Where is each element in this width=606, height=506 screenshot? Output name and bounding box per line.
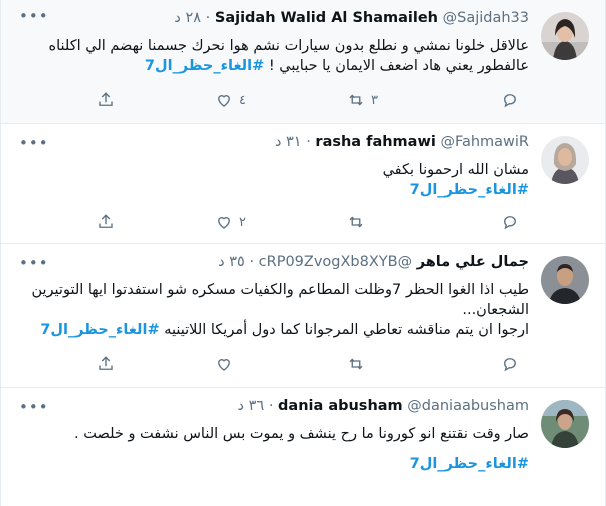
- reply-icon: [501, 91, 519, 109]
- timestamp[interactable]: ٢٨ د: [174, 10, 201, 26]
- hashtag-link[interactable]: #الغاء_حظر_ال7: [40, 322, 159, 338]
- display-name[interactable]: rasha fahmawi: [315, 134, 435, 150]
- more-icon[interactable]: •••: [19, 7, 49, 25]
- share-button[interactable]: [97, 354, 115, 374]
- tweet-text: مشان الله ارحمونا بكفي #الغاء_حظر_ال7: [17, 160, 529, 200]
- retweet-button[interactable]: ٣: [347, 90, 379, 110]
- user-handle[interactable]: @FahmawiR: [440, 134, 529, 150]
- tweet-text: طيب اذا الغوا الحظر 7وظلت المطاعم والكفي…: [17, 280, 529, 340]
- reply-icon: [501, 213, 519, 231]
- like-count: ٢: [239, 214, 246, 230]
- tweet[interactable]: ••• جمال علي ماهر @cRP09ZvogXb8XYB · ٣٥ …: [1, 244, 605, 388]
- action-bar: ٢: [97, 212, 521, 232]
- like-button[interactable]: ٢: [215, 212, 247, 232]
- tweet[interactable]: ••• Sajidah Walid Al Shamaileh @Sajidah3…: [1, 0, 605, 124]
- avatar[interactable]: [541, 136, 589, 184]
- tweet-header: dania abusham @daniaabusham · ٣٦ د: [238, 398, 529, 414]
- separator-dot: ·: [205, 10, 211, 26]
- text-segment: ارجوا ان يتم مناقشه تعاطي المرجوانا كما …: [164, 322, 529, 338]
- like-icon: [215, 91, 233, 109]
- reply-button[interactable]: [501, 354, 519, 374]
- text-line: #الغاء_حظر_ال7: [17, 180, 529, 200]
- timestamp[interactable]: ٣٥ د: [218, 254, 245, 270]
- like-icon: [215, 213, 233, 231]
- reply-button[interactable]: [501, 90, 519, 110]
- like-count: ٤: [239, 92, 246, 108]
- tweet-header: Sajidah Walid Al Shamaileh @Sajidah33 · …: [174, 10, 529, 26]
- user-handle[interactable]: @daniaabusham: [407, 398, 529, 414]
- tweet[interactable]: ••• dania abusham @daniaabusham · ٣٦ د ص…: [1, 388, 605, 506]
- separator-dot: ·: [268, 398, 274, 414]
- avatar[interactable]: [541, 400, 589, 448]
- tweet-text: صار وقت نقتنع انو كورونا ما رح ينشف و يم…: [17, 424, 529, 474]
- text-line: صار وقت نقتنع انو كورونا ما رح ينشف و يم…: [74, 426, 529, 442]
- tweet[interactable]: ••• rasha fahmawi @FahmawiR · ٣١ د مشان …: [1, 124, 605, 244]
- hashtag-link[interactable]: #الغاء_حظر_ال7: [145, 58, 264, 74]
- text-line: عالفطور يعني هاد اضعف الايمان يا حبايبي …: [17, 56, 529, 76]
- action-bar: ٤ ٣: [97, 90, 521, 110]
- text-line: الشجعان...: [462, 302, 529, 318]
- tweet-text: عالاقل خلونا نمشي و نطلع بدون سيارات نشم…: [17, 36, 530, 76]
- separator-dot: ·: [249, 254, 255, 270]
- text-line: #الغاء_حظر_ال7: [17, 454, 529, 474]
- text-line: عالاقل خلونا نمشي و نطلع بدون سيارات نشم…: [48, 38, 530, 54]
- timestamp[interactable]: ٣٦ د: [238, 398, 265, 414]
- text-line: مشان الله ارحمونا بكفي: [382, 162, 529, 178]
- avatar[interactable]: [541, 256, 589, 304]
- text-segment: عالفطور يعني هاد اضعف الايمان يا حبايبي …: [268, 58, 529, 74]
- more-icon[interactable]: •••: [19, 398, 49, 416]
- share-button[interactable]: [97, 90, 115, 110]
- reply-icon: [501, 355, 519, 373]
- display-name[interactable]: جمال علي ماهر: [417, 254, 529, 270]
- hashtag-link[interactable]: #الغاء_حظر_ال7: [410, 456, 529, 472]
- retweet-button[interactable]: [347, 212, 379, 232]
- share-icon: [97, 355, 115, 373]
- like-button[interactable]: [215, 354, 247, 374]
- avatar[interactable]: [541, 12, 589, 60]
- reply-button[interactable]: [501, 212, 519, 232]
- more-icon[interactable]: •••: [19, 134, 49, 152]
- share-button[interactable]: [97, 212, 115, 232]
- display-name[interactable]: dania abusham: [278, 398, 403, 414]
- tweet-header: rasha fahmawi @FahmawiR · ٣١ د: [275, 134, 529, 150]
- text-line: طيب اذا الغوا الحظر 7وظلت المطاعم والكفي…: [31, 282, 529, 298]
- retweet-icon: [347, 213, 365, 231]
- retweet-icon: [347, 355, 365, 373]
- separator-dot: ·: [306, 134, 311, 150]
- timestamp[interactable]: ٣١ د: [275, 134, 302, 150]
- display-name[interactable]: Sajidah Walid Al Shamaileh: [215, 10, 438, 26]
- retweet-icon: [347, 91, 365, 109]
- action-bar: [97, 354, 521, 374]
- tweet-header: جمال علي ماهر @cRP09ZvogXb8XYB · ٣٥ د: [218, 254, 529, 270]
- user-handle[interactable]: @cRP09ZvogXb8XYB: [259, 254, 412, 270]
- timeline: ••• Sajidah Walid Al Shamaileh @Sajidah3…: [0, 0, 606, 506]
- hashtag-link[interactable]: #الغاء_حظر_ال7: [410, 182, 529, 198]
- user-handle[interactable]: @Sajidah33: [443, 10, 529, 26]
- like-icon: [215, 355, 233, 373]
- share-icon: [97, 91, 115, 109]
- retweet-count: ٣: [371, 92, 378, 108]
- text-line: ارجوا ان يتم مناقشه تعاطي المرجوانا كما …: [17, 320, 529, 340]
- retweet-button[interactable]: [347, 354, 379, 374]
- share-icon: [97, 213, 115, 231]
- like-button[interactable]: ٤: [215, 90, 247, 110]
- more-icon[interactable]: •••: [19, 254, 49, 272]
